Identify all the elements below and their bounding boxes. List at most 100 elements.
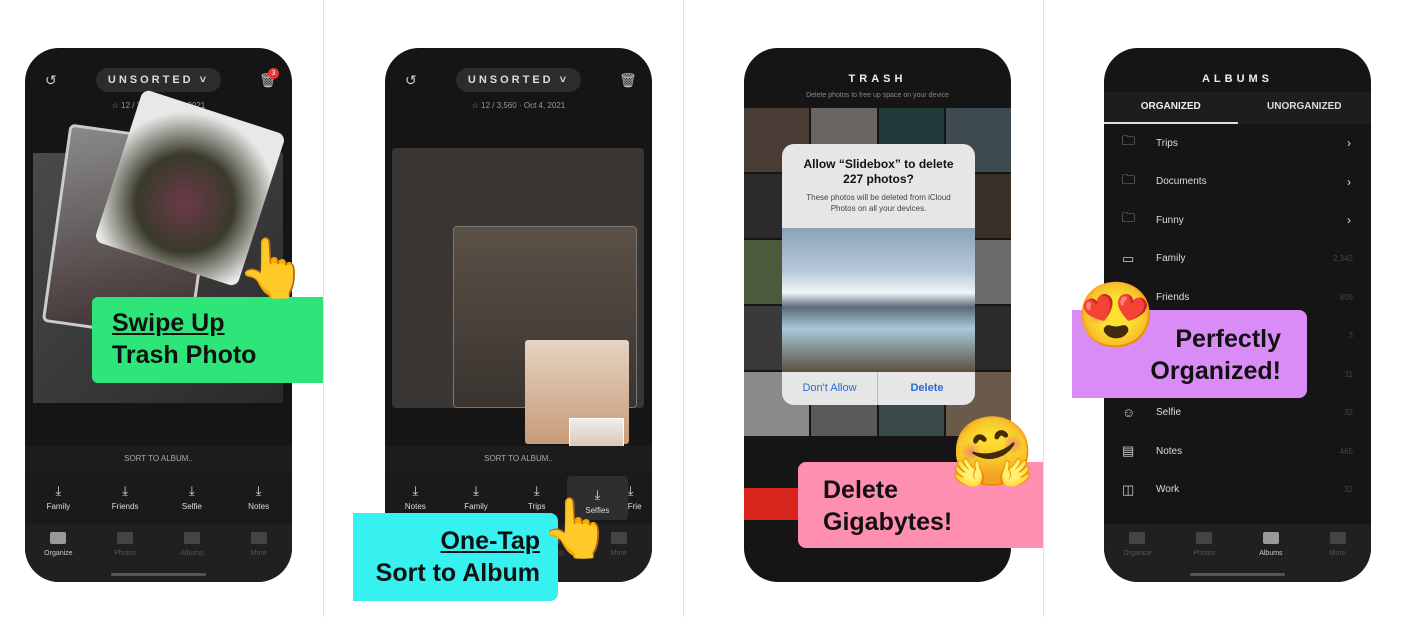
divider [1043, 0, 1044, 617]
tab-label: Albums [180, 550, 204, 557]
album-label: Selfie [181, 502, 202, 511]
divider [323, 0, 324, 617]
trash-icon[interactable]: 🗑 [619, 72, 637, 89]
album-label: Notes [404, 502, 426, 511]
album-count: 2,342 [1332, 254, 1353, 263]
organize-icon [1129, 532, 1146, 544]
album-name: Notes [1156, 445, 1183, 457]
album-label: Notes [248, 502, 270, 511]
divider [683, 0, 684, 617]
tab-label: Organize [1123, 550, 1152, 557]
banner-line-2: Gigabytes! [823, 508, 953, 536]
promo-banner-swipe: Swipe Up Trash Photo [92, 297, 323, 383]
photos-icon [1196, 532, 1213, 544]
pointing-hand-emoji: 👆 [540, 496, 613, 561]
album-label: Family [464, 502, 488, 511]
album-name: Documents [1156, 176, 1207, 187]
menu-icon [1329, 532, 1346, 544]
album-tabs: ORGANIZED UNORGANIZED [1104, 92, 1371, 124]
undo-icon[interactable]: ↺ [405, 72, 417, 89]
chevron-right-icon: › [1347, 213, 1351, 227]
banner-line-2: Trash Photo [112, 341, 257, 369]
album-shortcut[interactable]: ⤓ Selfie [159, 472, 226, 524]
album-count: 465 [1339, 446, 1353, 456]
undo-icon[interactable]: ↺ [45, 72, 57, 89]
tab-label: Photos [114, 550, 137, 557]
unsorted-dropdown[interactable]: UNSORTED ˅ [456, 68, 581, 92]
tab-label: More [610, 550, 627, 557]
chevron-right-icon: › [1347, 136, 1351, 150]
trash-subtitle: Delete photos to free up space on your d… [806, 92, 949, 99]
tab-unorganized[interactable]: UNORGANIZED [1238, 92, 1372, 124]
folder-icon: 🗀 [1122, 171, 1136, 187]
album-shortcut[interactable]: ⤓ Friends [92, 472, 159, 524]
album-name: Selfie [1156, 407, 1182, 418]
presentation-icon: ◫ [1122, 481, 1135, 497]
folder-icon: 🗀 [1122, 210, 1136, 225]
album-count: 32 [1344, 408, 1353, 417]
album-name: Friends [1156, 291, 1190, 303]
dropdown-label: UNSORTED [467, 74, 554, 86]
organize-icon [50, 532, 67, 544]
smiley-icon: ☺ [1122, 405, 1136, 420]
album-shortcut[interactable]: ⤓ Family [25, 472, 92, 524]
album-row[interactable]: ▤ Notes 465 [1104, 432, 1371, 470]
unsorted-dropdown[interactable]: UNSORTED ˅ [96, 68, 221, 92]
chevron-right-icon: › [1347, 174, 1351, 189]
promo-banner-sort: One-Tap Sort to Album [353, 513, 558, 601]
banner-line-2: Organized! [1150, 357, 1281, 385]
album-name: Trips [1156, 137, 1178, 149]
pointing-hand-emoji: 👆 [236, 236, 309, 301]
tab-organize[interactable]: Organize [25, 524, 92, 582]
dropdown-label: UNSORTED [107, 74, 194, 86]
banner-line-1: Perfectly [1175, 325, 1281, 353]
home-indicator [1190, 573, 1285, 576]
download-icon: ⤓ [255, 483, 262, 498]
delete-confirm-dialog: Allow “Slidebox” to delete 227 photos? T… [782, 144, 975, 405]
album-label: Friends [111, 502, 139, 511]
album-row[interactable]: 🗀 Trips › [1104, 124, 1371, 162]
banner-line-1: Swipe Up [112, 309, 225, 337]
albums-icon [1262, 532, 1279, 544]
hugging-face-emoji: 🤗 [950, 414, 1035, 490]
album-count: 809 [1339, 292, 1353, 302]
tab-more[interactable]: More [1304, 524, 1371, 582]
banner-line-1: Delete [823, 476, 899, 504]
notes-icon: ▤ [1122, 443, 1135, 458]
trash-title: TRASH [848, 73, 907, 85]
photo-meta: ☆ 12 / 3,560 · Oct 4, 2021 [471, 101, 566, 110]
menu-icon [610, 532, 627, 544]
album-row[interactable]: ◫ Work 32 [1104, 471, 1371, 509]
tab-label: Photos [1193, 550, 1216, 557]
album-count: 11 [1344, 369, 1353, 379]
album-row[interactable]: ☺ Selfie 32 [1104, 394, 1371, 432]
home-indicator [111, 573, 206, 576]
tab-more[interactable]: More [225, 524, 292, 582]
dont-allow-button[interactable]: Don't Allow [782, 372, 878, 405]
album-row[interactable]: 🗀 Documents › [1104, 163, 1371, 201]
album-label: Frie [627, 502, 642, 511]
red-bar [744, 488, 804, 520]
banner-line-1: One-Tap [440, 527, 540, 555]
tab-label: Organize [44, 550, 73, 557]
download-icon: ⤓ [189, 483, 195, 498]
download-icon: ⤓ [55, 483, 62, 498]
tab-organize[interactable]: Organize [1104, 524, 1171, 582]
album-row[interactable]: 🗀 Funny › [1104, 201, 1371, 239]
download-icon: ⤓ [122, 483, 128, 498]
tab-organized[interactable]: ORGANIZED [1104, 92, 1238, 124]
tab-label: Albums [1259, 550, 1283, 557]
dialog-body: These photos will be deleted from iCloud… [806, 193, 951, 213]
album-shortcut[interactable]: ⤓ Frie [628, 472, 652, 524]
mountain-photo [782, 228, 975, 372]
album-row[interactable]: ▭ Family 2,342 [1104, 240, 1371, 278]
banner-line-2: Sort to Album [375, 559, 540, 587]
delete-button[interactable]: Delete [879, 372, 975, 405]
album-icon: ▭ [1122, 250, 1135, 266]
sort-to-album-label: SORT TO ALBUM.. [385, 446, 652, 472]
album-label: Family [46, 502, 71, 511]
tab-label: More [1329, 550, 1346, 557]
tab-label: More [250, 550, 267, 557]
album-shortcut[interactable]: ⤓ Notes [225, 472, 292, 524]
albums-title: ALBUMS [1201, 73, 1274, 85]
